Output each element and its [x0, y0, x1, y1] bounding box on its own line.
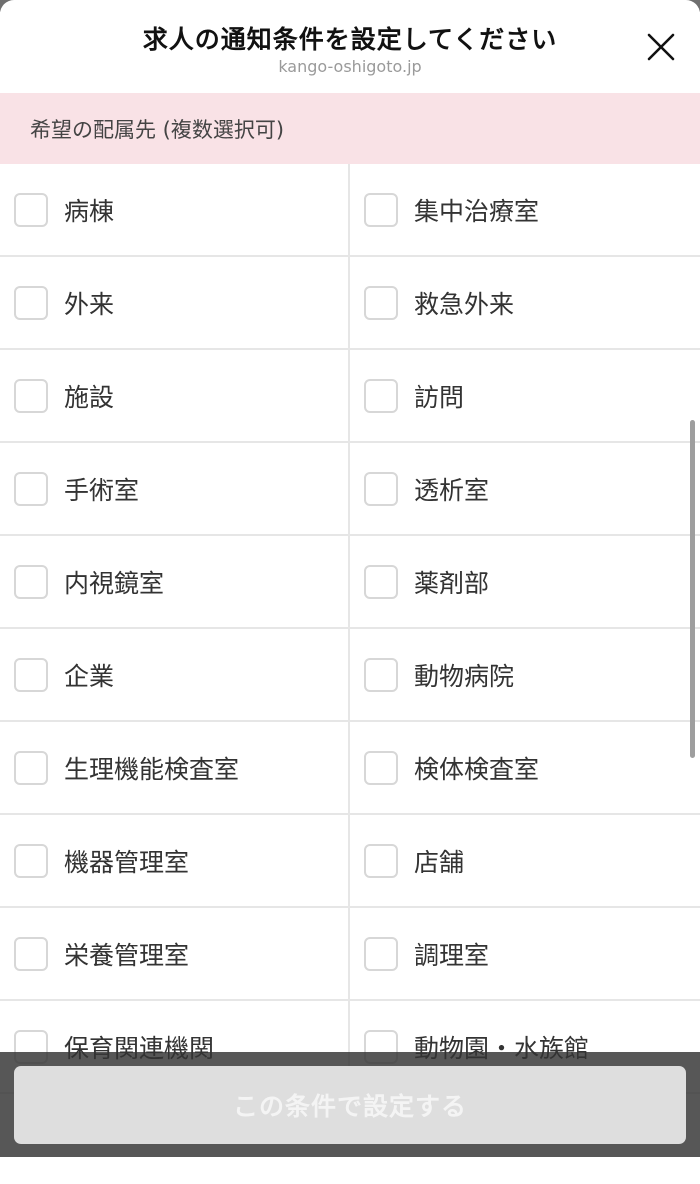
option-checkbox[interactable]: [364, 657, 398, 692]
option-checkbox[interactable]: [14, 750, 48, 785]
section-header-department: 希望の配属先 (複数選択可): [0, 93, 700, 164]
section-label-text: 希望の配属先 (複数選択可): [30, 117, 285, 142]
close-icon: [647, 33, 675, 61]
bottom-safe-area: [0, 1157, 700, 1184]
modal-header: 求人の通知条件を設定してください kango-oshigoto.jp: [0, 0, 700, 93]
option-label: 生理機能検査室: [64, 754, 240, 784]
option-item[interactable]: 企業: [0, 629, 350, 722]
option-label: 内視鏡室: [64, 568, 165, 598]
option-checkbox[interactable]: [364, 471, 398, 506]
option-item[interactable]: 調理室: [350, 908, 700, 1001]
option-item[interactable]: 動物病院: [350, 629, 700, 722]
option-checkbox[interactable]: [364, 564, 398, 599]
option-item[interactable]: 機器管理室: [0, 815, 350, 908]
option-label: 外来: [64, 289, 115, 319]
option-item[interactable]: 救急外来: [350, 257, 700, 350]
option-checkbox[interactable]: [364, 285, 398, 320]
option-label: 動物病院: [414, 661, 515, 691]
option-label: 調理室: [414, 940, 490, 970]
option-checkbox[interactable]: [14, 285, 48, 320]
option-item[interactable]: 栄養管理室: [0, 908, 350, 1001]
option-label: 企業: [64, 661, 115, 691]
option-checkbox[interactable]: [14, 192, 48, 227]
option-checkbox[interactable]: [14, 378, 48, 413]
option-label: 手術室: [64, 475, 140, 505]
option-label: 施設: [64, 382, 115, 412]
option-item[interactable]: 内視鏡室: [0, 536, 350, 629]
option-label: 栄養管理室: [64, 940, 190, 970]
option-checkbox[interactable]: [364, 378, 398, 413]
option-checkbox[interactable]: [14, 657, 48, 692]
option-item[interactable]: 検体検査室: [350, 722, 700, 815]
site-url: kango-oshigoto.jp: [278, 57, 422, 76]
option-checkbox[interactable]: [14, 471, 48, 506]
option-label: 検体検査室: [414, 754, 540, 784]
option-item[interactable]: 施設: [0, 350, 350, 443]
option-label: 透析室: [414, 475, 490, 505]
option-checkbox[interactable]: [364, 936, 398, 971]
option-item[interactable]: 訪問: [350, 350, 700, 443]
department-options-grid: 病棟 集中治療室外来 救急外来施設 訪問手術室 透析室内視鏡室 薬剤部企業 動物病院生理機能…: [0, 164, 700, 1094]
option-label: 救急外来: [414, 289, 515, 319]
option-checkbox[interactable]: [364, 750, 398, 785]
option-checkbox[interactable]: [14, 936, 48, 971]
option-checkbox[interactable]: [14, 564, 48, 599]
option-checkbox[interactable]: [14, 843, 48, 878]
option-label: 訪問: [414, 382, 465, 412]
option-item[interactable]: 病棟: [0, 164, 350, 257]
modal-footer: この条件で設定する: [0, 1052, 700, 1157]
option-item[interactable]: 集中治療室: [350, 164, 700, 257]
option-item[interactable]: 透析室: [350, 443, 700, 536]
option-label: 集中治療室: [414, 196, 540, 226]
option-item[interactable]: 店舗: [350, 815, 700, 908]
option-checkbox[interactable]: [364, 843, 398, 878]
close-button[interactable]: [644, 30, 678, 64]
option-label: 店舗: [414, 847, 465, 877]
option-item[interactable]: 外来: [0, 257, 350, 350]
settings-modal-sheet: 求人の通知条件を設定してください kango-oshigoto.jp 希望の配属…: [0, 0, 700, 1184]
option-item[interactable]: 生理機能検査室: [0, 722, 350, 815]
option-label: 病棟: [64, 196, 115, 226]
option-item[interactable]: 薬剤部: [350, 536, 700, 629]
option-label: 薬剤部: [414, 568, 490, 598]
option-label: 機器管理室: [64, 847, 190, 877]
option-item[interactable]: 手術室: [0, 443, 350, 536]
scrollbar-thumb[interactable]: [690, 420, 695, 758]
option-checkbox[interactable]: [364, 192, 398, 227]
submit-settings-button[interactable]: この条件で設定する: [14, 1066, 686, 1144]
modal-title: 求人の通知条件を設定してください: [142, 25, 558, 54]
